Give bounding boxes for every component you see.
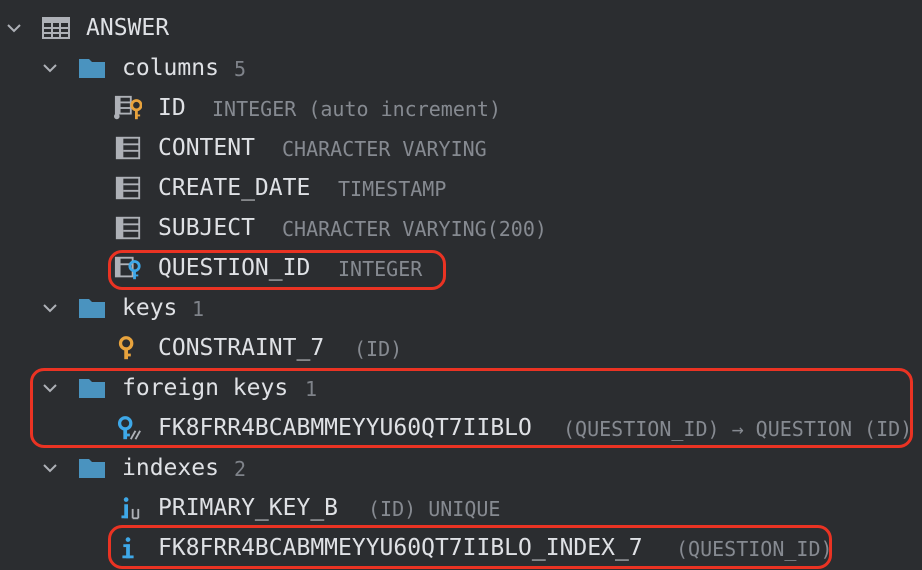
folder-icon — [78, 376, 106, 400]
folder-icon — [78, 456, 106, 480]
chevron-down-icon[interactable] — [42, 460, 58, 476]
tree-node-column-create-date[interactable]: CREATE_DATE TIMESTAMP — [0, 168, 922, 208]
database-tree: ANSWER columns 5 ID INTEGER (auto increm… — [0, 0, 922, 570]
tree-node-index-primary-key-b[interactable]: PRIMARY_KEY_B (ID) UNIQUE — [0, 488, 922, 528]
unique-index-icon — [114, 496, 142, 520]
tree-node-columns-folder[interactable]: columns 5 — [0, 48, 922, 88]
primary-key-column-icon — [114, 95, 142, 120]
tree-node-indexes-folder[interactable]: indexes 2 — [0, 448, 922, 488]
index-detail: (QUESTION_ID) — [676, 537, 833, 561]
column-name: SUBJECT — [158, 215, 255, 241]
folder-label: foreign keys — [122, 375, 289, 401]
tree-node-foreign-keys-folder[interactable]: foreign keys 1 — [0, 368, 922, 408]
tree-node-column-content[interactable]: CONTENT CHARACTER VARYING — [0, 128, 922, 168]
foreign-key-column-icon — [114, 256, 142, 280]
folder-count: 2 — [234, 457, 247, 481]
folder-label: columns — [122, 55, 219, 81]
key-icon — [114, 336, 142, 360]
foreign-key-detail: (QUESTION_ID) → QUESTION (ID) — [563, 417, 913, 441]
column-icon — [114, 136, 142, 160]
index-detail: (ID) UNIQUE — [368, 497, 501, 521]
column-type: INTEGER (auto increment) — [212, 97, 501, 121]
chevron-down-icon[interactable] — [6, 20, 22, 36]
key-detail: (ID) — [354, 337, 403, 361]
folder-count: 1 — [305, 377, 318, 401]
column-type: CHARACTER VARYING — [282, 137, 487, 161]
column-type: CHARACTER VARYING(200) — [282, 217, 547, 241]
column-type: TIMESTAMP — [338, 177, 447, 201]
tree-node-index-fk-index-7[interactable]: FK8FRR4BCABMMEYYU60QT7IIBLO_INDEX_7 (QUE… — [0, 528, 922, 568]
folder-count: 5 — [234, 57, 247, 81]
folder-icon — [78, 56, 106, 80]
foreign-key-icon — [114, 416, 142, 440]
table-icon — [42, 16, 70, 40]
column-name: CREATE_DATE — [158, 175, 311, 201]
index-name: FK8FRR4BCABMMEYYU60QT7IIBLO_INDEX_7 — [158, 535, 643, 561]
chevron-down-icon[interactable] — [42, 300, 58, 316]
chevron-down-icon[interactable] — [42, 60, 58, 76]
folder-count: 1 — [192, 297, 205, 321]
tree-node-column-subject[interactable]: SUBJECT CHARACTER VARYING(200) — [0, 208, 922, 248]
column-name: CONTENT — [158, 135, 255, 161]
foreign-key-name: FK8FRR4BCABMMEYYU60QT7IIBLO — [158, 415, 532, 441]
tree-node-answer-table[interactable]: ANSWER — [0, 8, 922, 48]
folder-icon — [78, 296, 106, 320]
column-name: ID — [158, 95, 186, 121]
column-icon — [114, 216, 142, 240]
index-name: PRIMARY_KEY_B — [158, 495, 339, 521]
tree-node-column-question-id[interactable]: QUESTION_ID INTEGER — [0, 248, 922, 288]
tree-node-foreign-key[interactable]: FK8FRR4BCABMMEYYU60QT7IIBLO (QUESTION_ID… — [0, 408, 922, 448]
folder-label: keys — [122, 295, 178, 321]
tree-node-column-id[interactable]: ID INTEGER (auto increment) — [0, 88, 922, 128]
folder-label: indexes — [122, 455, 219, 481]
key-name: CONSTRAINT_7 — [158, 335, 325, 361]
index-icon — [114, 536, 142, 560]
tree-node-keys-folder[interactable]: keys 1 — [0, 288, 922, 328]
chevron-down-icon[interactable] — [42, 380, 58, 396]
column-type: INTEGER — [338, 257, 423, 281]
tree-node-key-constraint-7[interactable]: CONSTRAINT_7 (ID) — [0, 328, 922, 368]
table-name: ANSWER — [86, 15, 170, 41]
column-name: QUESTION_ID — [158, 255, 311, 281]
column-icon — [114, 176, 142, 200]
